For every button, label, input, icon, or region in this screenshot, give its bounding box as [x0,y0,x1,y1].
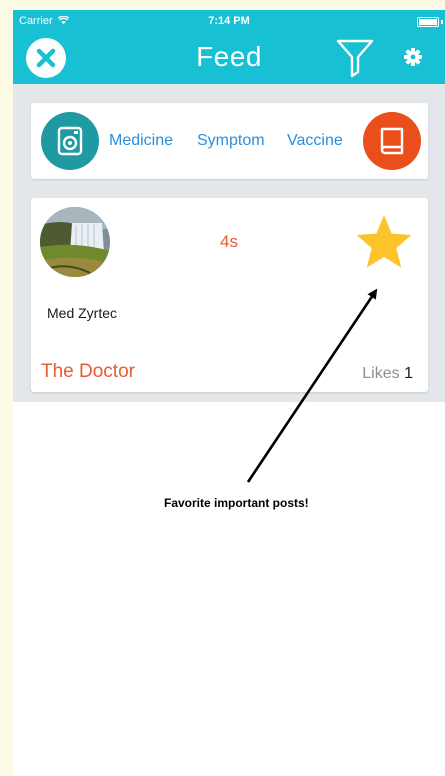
favorite-button[interactable] [353,212,415,274]
filter-button[interactable] [335,36,375,78]
category-vaccine[interactable]: Vaccine [287,132,343,150]
category-bar: Medicine Symptom Vaccine [31,103,428,179]
nav-bar: Feed [13,32,445,84]
battery-tip [441,20,443,24]
page-title: Feed [196,41,262,72]
camera-button[interactable] [41,112,99,170]
post-author[interactable]: The Doctor [41,361,135,383]
likes-count: 1 [404,365,413,382]
annotation-text: Favorite important posts! [164,496,309,510]
book-button[interactable] [363,112,421,170]
category-symptom[interactable]: Symptom [197,132,265,150]
feed-content: Medicine Symptom Vaccine 4s Med Zyrtec T… [13,84,445,402]
book-icon [380,127,404,155]
post-timestamp: 4s [220,232,238,251]
status-bar: Carrier 7:14 PM [13,10,445,32]
status-time: 7:14 PM [208,15,250,27]
battery-icon [417,17,439,27]
post-text: Med Zyrtec [47,305,118,321]
likes-label: Likes [362,365,400,382]
star-icon [356,215,412,268]
phone-screen: Carrier 7:14 PM Feed Medicine Symptom Va… [13,10,445,776]
settings-button[interactable] [402,46,424,68]
camera-icon [57,126,83,156]
avatar[interactable] [40,207,110,277]
category-medicine[interactable]: Medicine [109,132,173,150]
post-card[interactable]: 4s Med Zyrtec The Doctor Likes 1 [31,198,428,392]
waterfall-photo [40,207,110,277]
gear-icon [404,48,422,66]
likes-label-group: Likes 1 [362,365,413,383]
filter-icon [336,39,374,78]
